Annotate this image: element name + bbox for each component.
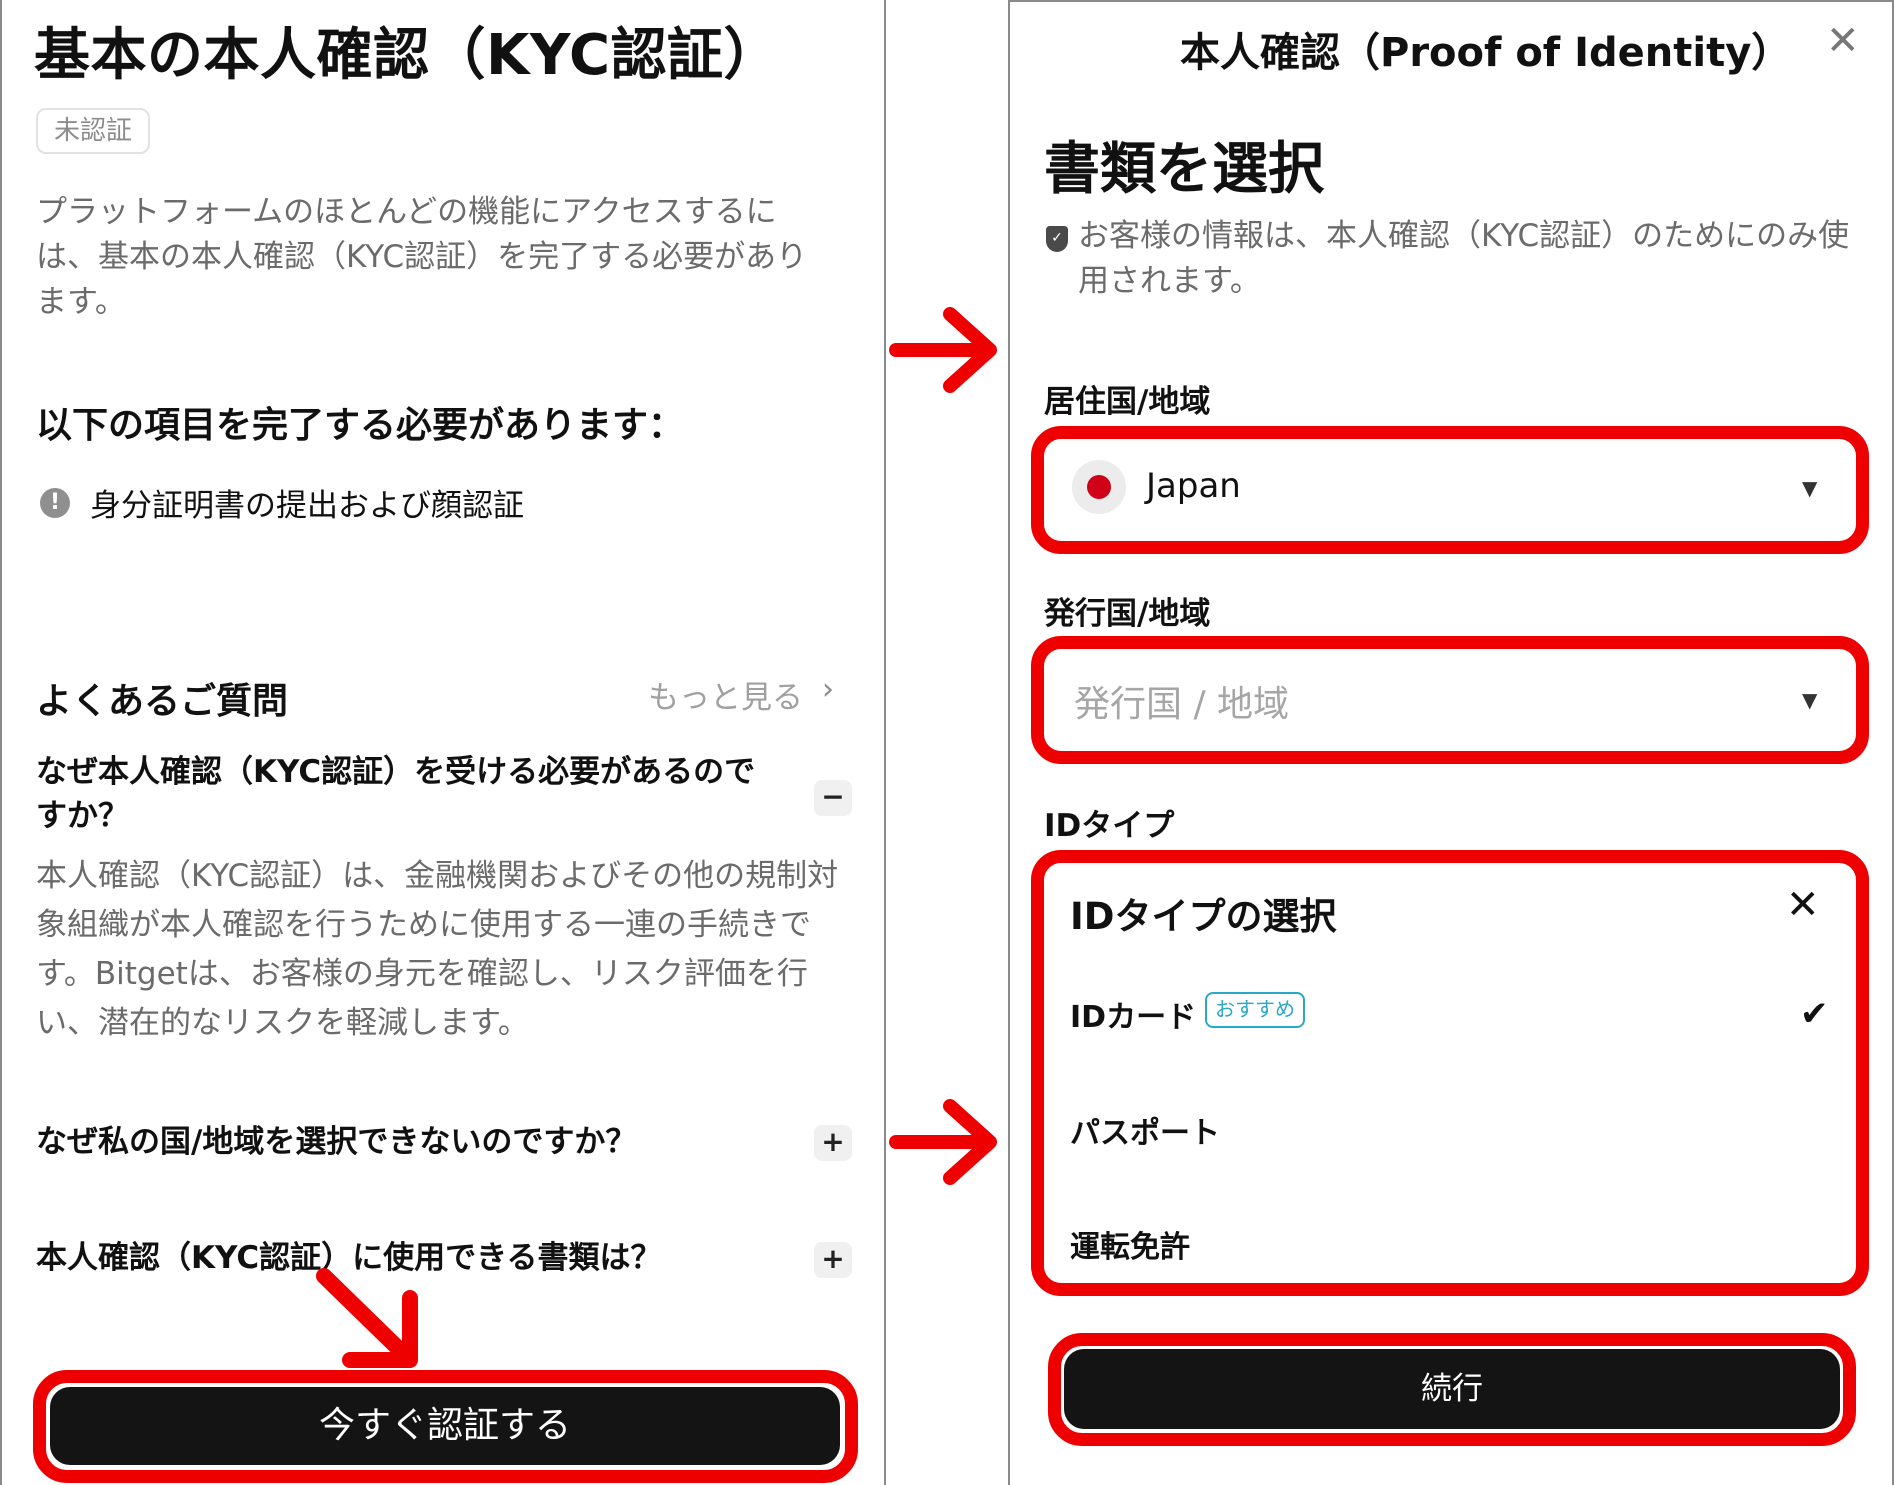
modal-title: 本人確認（Proof of Identity） bbox=[1180, 30, 1792, 76]
alert-icon: ! bbox=[40, 488, 70, 518]
id-option-passport[interactable]: パスポート bbox=[1070, 1108, 1220, 1152]
id-option-drivers-license[interactable]: 運転免許 bbox=[1070, 1222, 1190, 1266]
id-type-panel-title: IDタイプの選択 bbox=[1070, 895, 1337, 938]
check-icon: ✔ bbox=[1800, 994, 1829, 1034]
faq-heading: よくあるご質問 bbox=[36, 681, 289, 722]
id-option-id-card[interactable]: IDカード bbox=[1070, 992, 1196, 1036]
arrow-right-icon bbox=[889, 307, 997, 393]
requirements-heading: 以下の項目を完了する必要があります： bbox=[36, 405, 685, 446]
japan-flag-icon bbox=[1087, 475, 1111, 499]
arrow-down-right-icon bbox=[316, 1268, 418, 1368]
arrow-right-icon bbox=[889, 1099, 997, 1185]
requirement-item: 身分証明書の提出および顔認証 bbox=[90, 488, 524, 524]
page-title: 基本の本人確認（KYC認証） bbox=[34, 23, 781, 88]
close-icon[interactable]: ✕ bbox=[1786, 882, 1820, 928]
status-badge: 未認証 bbox=[36, 108, 151, 154]
verify-now-button[interactable]: 今すぐ認証する bbox=[50, 1387, 840, 1465]
faq-question[interactable]: なぜ私の国/地域を選択できないのですか？ bbox=[36, 1120, 796, 1164]
continue-button[interactable]: 続行 bbox=[1064, 1349, 1840, 1429]
caret-down-icon[interactable]: ▼ bbox=[1802, 476, 1817, 500]
faq-answer: 本人確認（KYC認証）は、金融機関およびその他の規制対象組織が本人確認を行うため… bbox=[36, 858, 839, 1041]
section-heading: 書類を選択 bbox=[1044, 137, 1324, 202]
privacy-note: お客様の情報は、本人確認（KYC認証）のためにのみ使用されます。 bbox=[1078, 218, 1850, 299]
issuing-label: 発行国/地域 bbox=[1044, 596, 1211, 632]
kyc-description: プラットフォームのほとんどの機能にアクセスするには、基本の本人確認（KYC認証）… bbox=[36, 194, 808, 320]
residence-value: Japan bbox=[1146, 466, 1241, 506]
shield-icon: ✓ bbox=[1046, 226, 1068, 252]
caret-down-icon[interactable]: ▼ bbox=[1802, 688, 1817, 712]
collapse-toggle[interactable]: − bbox=[814, 780, 852, 816]
chevron-right-icon[interactable]: › bbox=[822, 672, 834, 707]
expand-toggle[interactable]: + bbox=[814, 1242, 852, 1278]
recommended-badge: おすすめ bbox=[1205, 992, 1305, 1028]
issuing-placeholder: 発行国 / 地域 bbox=[1074, 684, 1290, 725]
expand-toggle[interactable]: + bbox=[814, 1125, 852, 1161]
faq-more-link[interactable]: もっと見る bbox=[648, 672, 803, 717]
id-type-label: IDタイプ bbox=[1044, 808, 1175, 844]
residence-label: 居住国/地域 bbox=[1044, 384, 1211, 420]
close-icon[interactable]: ✕ bbox=[1826, 18, 1860, 64]
faq-question[interactable]: なぜ本人確認（KYC認証）を受ける必要があるのですか？ bbox=[36, 750, 776, 838]
